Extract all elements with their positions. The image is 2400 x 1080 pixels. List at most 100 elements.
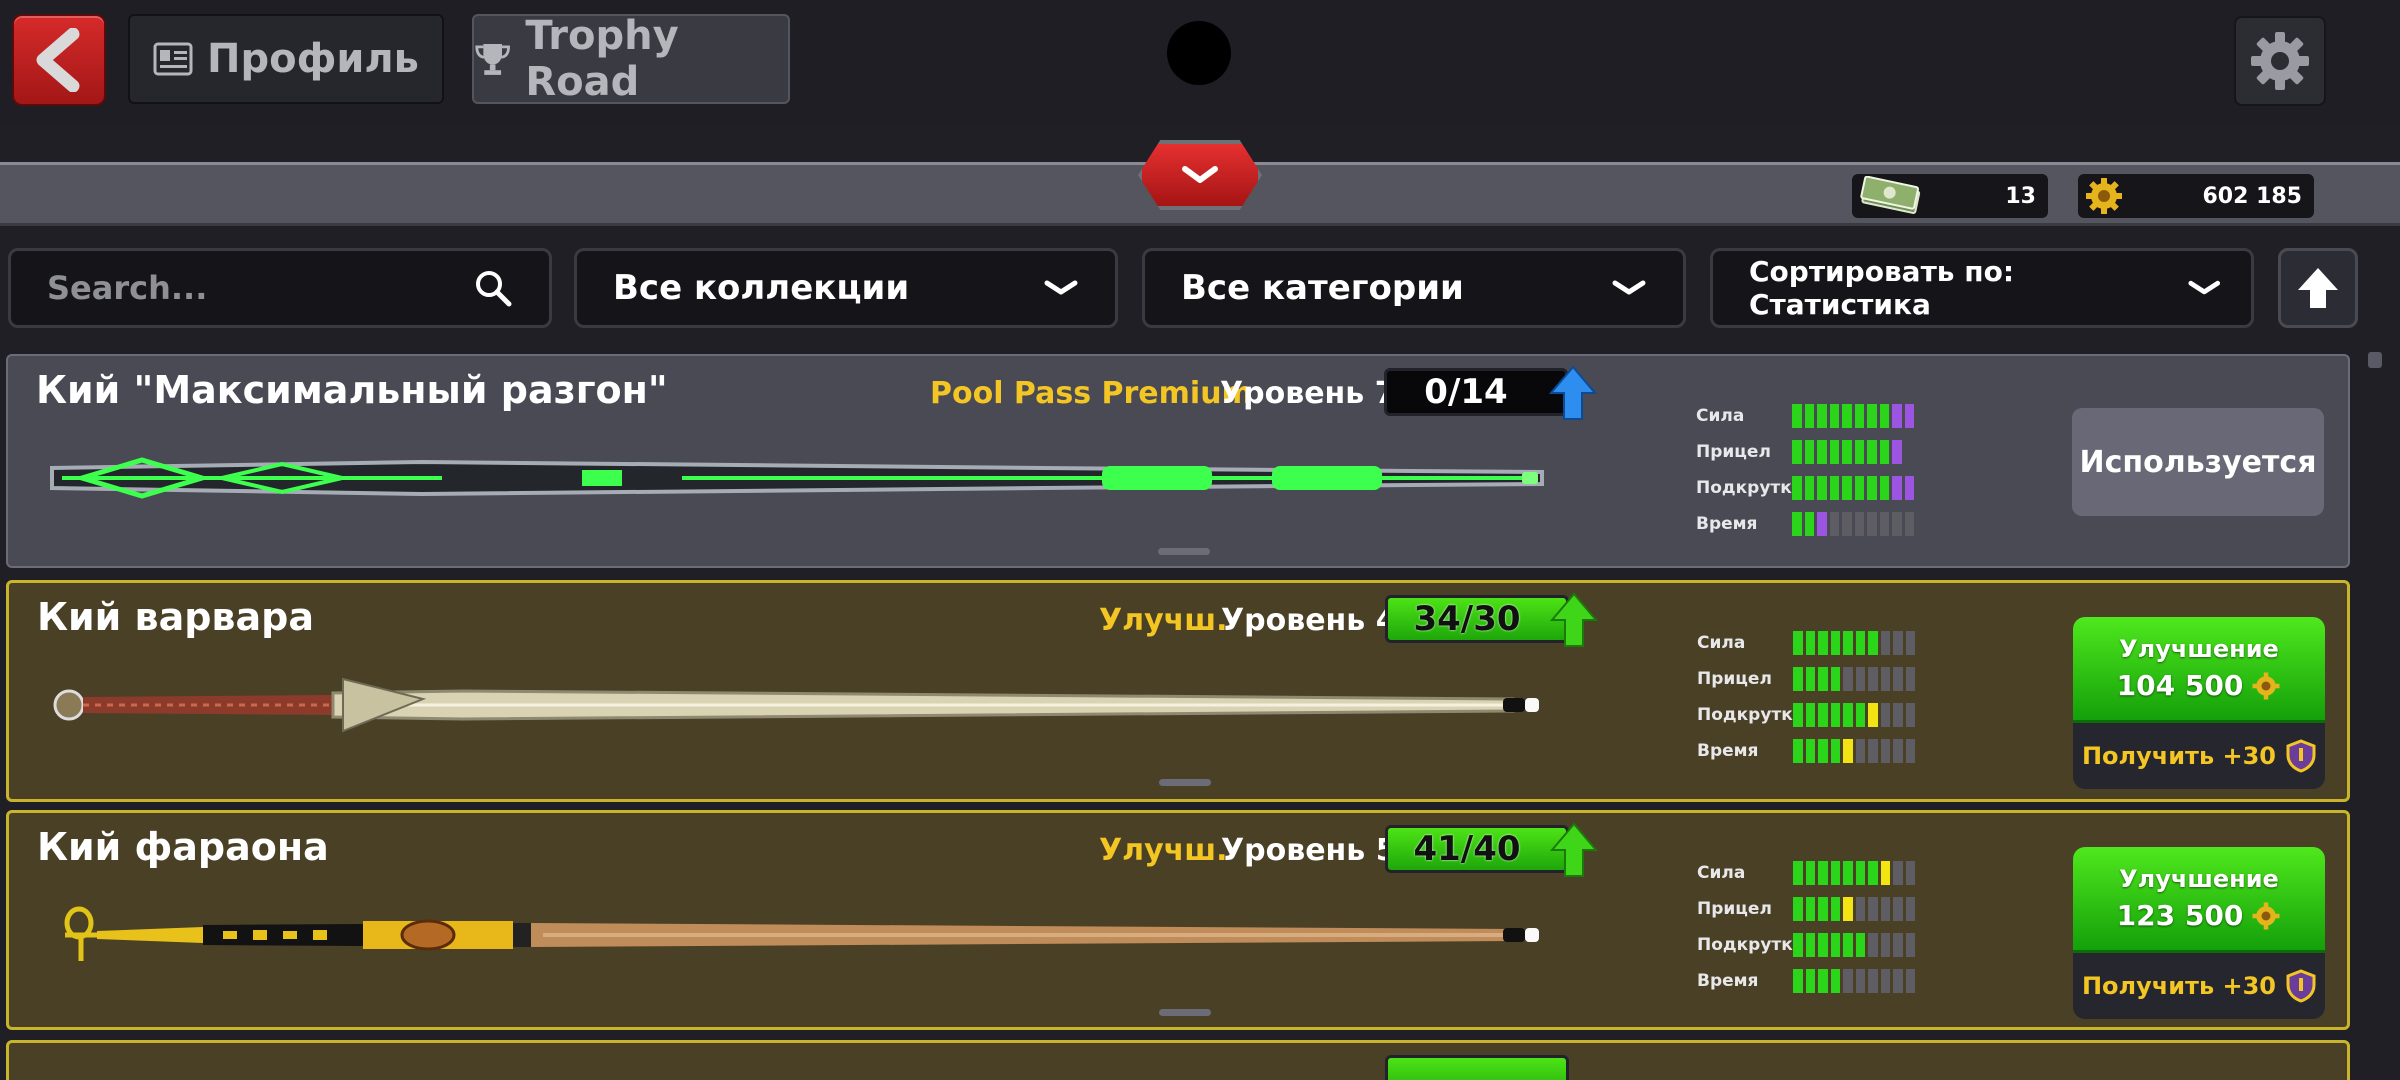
coin-icon bbox=[2086, 178, 2122, 214]
stat-segment bbox=[1817, 512, 1827, 536]
search-icon bbox=[476, 271, 512, 307]
get-pieces-label: Получить +30 bbox=[2081, 972, 2277, 1000]
stat-segment bbox=[1818, 631, 1828, 655]
tab-trophy-road[interactable]: Trophy Road bbox=[472, 13, 790, 105]
stat-segment bbox=[1805, 933, 1815, 957]
stat-segment bbox=[1805, 667, 1815, 691]
stat-segment bbox=[1880, 631, 1890, 655]
stat-bars bbox=[1793, 667, 1915, 691]
top-bar: Профиль Trophy Road bbox=[0, 0, 2400, 124]
stat-segment bbox=[1880, 861, 1890, 885]
cue-card[interactable] bbox=[6, 1040, 2350, 1080]
cue-progress-value: 41/40 bbox=[1413, 829, 1521, 869]
scroll-to-top-button[interactable] bbox=[2278, 248, 2358, 328]
stat-segment bbox=[1879, 404, 1889, 428]
cue-tag: Pool Pass Premium bbox=[930, 376, 1253, 411]
upgrade-label: Улучшение bbox=[2119, 865, 2279, 893]
stat-segment bbox=[1855, 667, 1865, 691]
settings-button[interactable] bbox=[2234, 16, 2326, 106]
cue-card[interactable]: Кий "Максимальный разгон" Pool Pass Prem… bbox=[6, 354, 2350, 568]
stat-segment bbox=[1893, 861, 1903, 885]
stat-segment bbox=[1793, 631, 1803, 655]
stat-segment bbox=[1893, 739, 1903, 763]
scrollbar[interactable] bbox=[2368, 352, 2382, 368]
stat-segment bbox=[1904, 404, 1914, 428]
upgrade-arrow-icon bbox=[1549, 365, 1597, 420]
categories-dropdown[interactable]: Все категории bbox=[1142, 248, 1686, 328]
stat-segment bbox=[1905, 703, 1915, 727]
collapse-button[interactable] bbox=[1138, 140, 1262, 210]
coins-counter[interactable]: 602 185 bbox=[2078, 174, 2314, 218]
stat-segment bbox=[1830, 933, 1840, 957]
back-arrow-icon bbox=[36, 28, 80, 92]
stat-segment bbox=[1842, 512, 1852, 536]
stat-segment bbox=[1880, 897, 1890, 921]
stat-bars bbox=[1792, 476, 1914, 500]
chevron-down-icon bbox=[1044, 280, 1078, 295]
stat-segment bbox=[1818, 897, 1828, 921]
stat-segment bbox=[1793, 739, 1803, 763]
coins-value: 602 185 bbox=[2202, 183, 2302, 209]
up-arrow-icon bbox=[2298, 268, 2338, 308]
upgrade-price: 123 500 bbox=[2116, 899, 2244, 932]
stat-segment bbox=[1879, 440, 1889, 464]
stat-label: Подкрутка bbox=[1696, 478, 1804, 498]
tab-profile[interactable]: Профиль bbox=[128, 14, 444, 104]
stat-segment bbox=[1880, 969, 1890, 993]
upgrade-button[interactable]: Улучшение 104 500 bbox=[2073, 617, 2325, 723]
upgrade-button[interactable]: Улучшение 123 500 bbox=[2073, 847, 2325, 953]
cue-card[interactable]: Кий варвара Улучш. Уровень 4 34/30 Сила … bbox=[6, 580, 2350, 802]
card-handle[interactable] bbox=[1158, 548, 1210, 555]
card-handle[interactable] bbox=[1159, 1009, 1211, 1016]
stat-segment bbox=[1904, 512, 1914, 536]
stat-segment bbox=[1855, 969, 1865, 993]
stat-segment bbox=[1867, 476, 1877, 500]
coin-icon bbox=[2252, 902, 2280, 929]
cash-icon bbox=[1860, 176, 1921, 214]
stat-segment bbox=[1905, 897, 1915, 921]
stat-segment bbox=[1817, 476, 1827, 500]
cash-counter[interactable]: 13 bbox=[1852, 174, 2048, 218]
cue-stats: Сила Прицел Подкрутка Время bbox=[1697, 625, 1915, 769]
stat-segment bbox=[1804, 404, 1814, 428]
stat-segment bbox=[1842, 404, 1852, 428]
stat-segment bbox=[1830, 703, 1840, 727]
stat-segment bbox=[1830, 631, 1840, 655]
stat-segment bbox=[1868, 897, 1878, 921]
stat-segment bbox=[1804, 440, 1814, 464]
get-pieces-button[interactable]: Получить +30 bbox=[2073, 953, 2325, 1019]
stat-segment bbox=[1868, 703, 1878, 727]
stat-segment bbox=[1818, 933, 1828, 957]
stat-segment bbox=[1868, 933, 1878, 957]
stat-segment bbox=[1867, 404, 1877, 428]
search-placeholder: Search... bbox=[47, 269, 208, 307]
stat-bars bbox=[1792, 404, 1914, 428]
stat-segment bbox=[1843, 933, 1853, 957]
stat-label: Время bbox=[1697, 741, 1759, 761]
stat-segment bbox=[1843, 969, 1853, 993]
collections-label: Все коллекции bbox=[613, 268, 910, 308]
stat-segment bbox=[1805, 861, 1815, 885]
cue-card[interactable]: Кий фараона Улучш. Уровень 5 41/40 Сила … bbox=[6, 810, 2350, 1030]
cue-tag: Улучш. bbox=[1099, 833, 1228, 868]
stat-label: Сила bbox=[1697, 633, 1746, 653]
card-handle[interactable] bbox=[1159, 779, 1211, 786]
stat-label: Время bbox=[1697, 971, 1759, 991]
stat-bars bbox=[1793, 969, 1915, 993]
in-use-button[interactable]: Используется bbox=[2072, 408, 2324, 516]
back-button[interactable] bbox=[12, 14, 106, 106]
stat-bars bbox=[1792, 440, 1902, 464]
stat-segment bbox=[1893, 897, 1903, 921]
stat-segment bbox=[1893, 703, 1903, 727]
collections-dropdown[interactable]: Все коллекции bbox=[574, 248, 1118, 328]
chevron-down-icon bbox=[2187, 280, 2220, 295]
search-input[interactable]: Search... bbox=[8, 248, 552, 328]
get-pieces-button[interactable]: Получить +30 bbox=[2073, 723, 2325, 789]
sort-dropdown[interactable]: Сортировать по: Статистика bbox=[1710, 248, 2254, 328]
stat-segment bbox=[1868, 739, 1878, 763]
stat-segment bbox=[1892, 512, 1902, 536]
stat-segment bbox=[1855, 631, 1865, 655]
stat-label: Прицел bbox=[1697, 899, 1772, 919]
stat-segment bbox=[1817, 440, 1827, 464]
cue-progress: 34/30 bbox=[1385, 592, 1598, 647]
